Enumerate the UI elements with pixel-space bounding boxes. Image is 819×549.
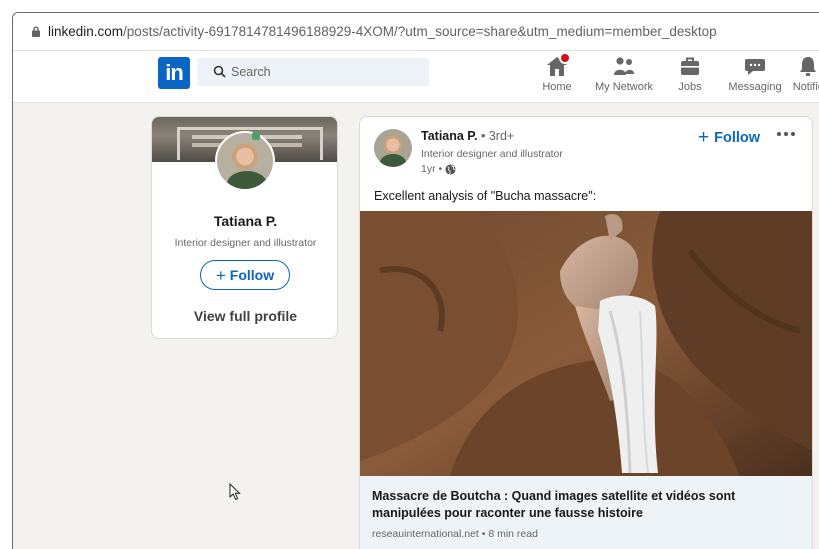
post-author[interactable]: Tatiana P. • 3rd+ xyxy=(421,129,514,143)
nav-jobs[interactable]: Jobs xyxy=(675,55,705,101)
post-timestamp: 1yr • xyxy=(421,163,456,175)
linkedin-logo[interactable]: in xyxy=(158,57,190,89)
lock-icon xyxy=(32,26,40,37)
nav-notifications[interactable]: Notific xyxy=(788,55,819,101)
browser-window: linkedin.com/posts/activity-691781478149… xyxy=(12,12,819,549)
article-preview[interactable]: Massacre de Boutcha : Quand images satel… xyxy=(360,476,812,549)
nav-home[interactable]: Home xyxy=(539,52,575,101)
article-image[interactable] xyxy=(360,211,812,476)
search-box[interactable]: Search xyxy=(197,58,429,86)
post-card: Tatiana P. • 3rd+ Interior designer and … xyxy=(359,116,813,549)
profile-avatar[interactable] xyxy=(215,131,275,191)
bell-icon xyxy=(796,55,819,77)
more-options-icon[interactable] xyxy=(775,129,797,139)
search-placeholder: Search xyxy=(231,65,271,79)
article-title[interactable]: Massacre de Boutcha : Quand images satel… xyxy=(372,488,804,522)
online-status-icon xyxy=(252,132,260,140)
briefcase-icon xyxy=(678,55,702,77)
post-author-headline: Interior designer and illustrator xyxy=(421,148,563,160)
nav-my-network[interactable]: My Network xyxy=(592,55,656,101)
globe-icon xyxy=(445,163,456,175)
address-bar[interactable]: linkedin.com/posts/activity-691781478149… xyxy=(13,13,819,51)
profile-headline: Interior designer and illustrator xyxy=(174,237,317,249)
message-icon xyxy=(743,55,767,77)
post-follow-button[interactable]: + Follow xyxy=(698,128,760,147)
connection-degree: • 3rd+ xyxy=(481,129,515,143)
top-nav: in Search Home My Network Jobs Messaging… xyxy=(13,51,819,103)
post-text: Excellent analysis of "Bucha massacre": xyxy=(374,189,597,203)
article-source: reseauinternational.net • 8 min read xyxy=(372,528,538,540)
plus-icon: + xyxy=(215,265,226,285)
notification-badge xyxy=(559,52,571,64)
profile-follow-button[interactable]: + Follow xyxy=(200,260,290,290)
profile-name[interactable]: Tatiana P. xyxy=(152,213,337,229)
profile-card: Tatiana P. Interior designer and illustr… xyxy=(151,116,338,339)
nav-messaging[interactable]: Messaging xyxy=(727,55,783,101)
mouse-cursor-icon xyxy=(229,483,241,501)
home-icon xyxy=(545,52,571,77)
view-full-profile-link[interactable]: View full profile xyxy=(152,308,337,324)
post-author-avatar[interactable] xyxy=(374,129,412,167)
search-icon xyxy=(213,65,226,78)
url-text[interactable]: linkedin.com/posts/activity-691781478149… xyxy=(48,24,717,39)
plus-icon: + xyxy=(698,127,710,148)
network-icon xyxy=(612,55,636,77)
